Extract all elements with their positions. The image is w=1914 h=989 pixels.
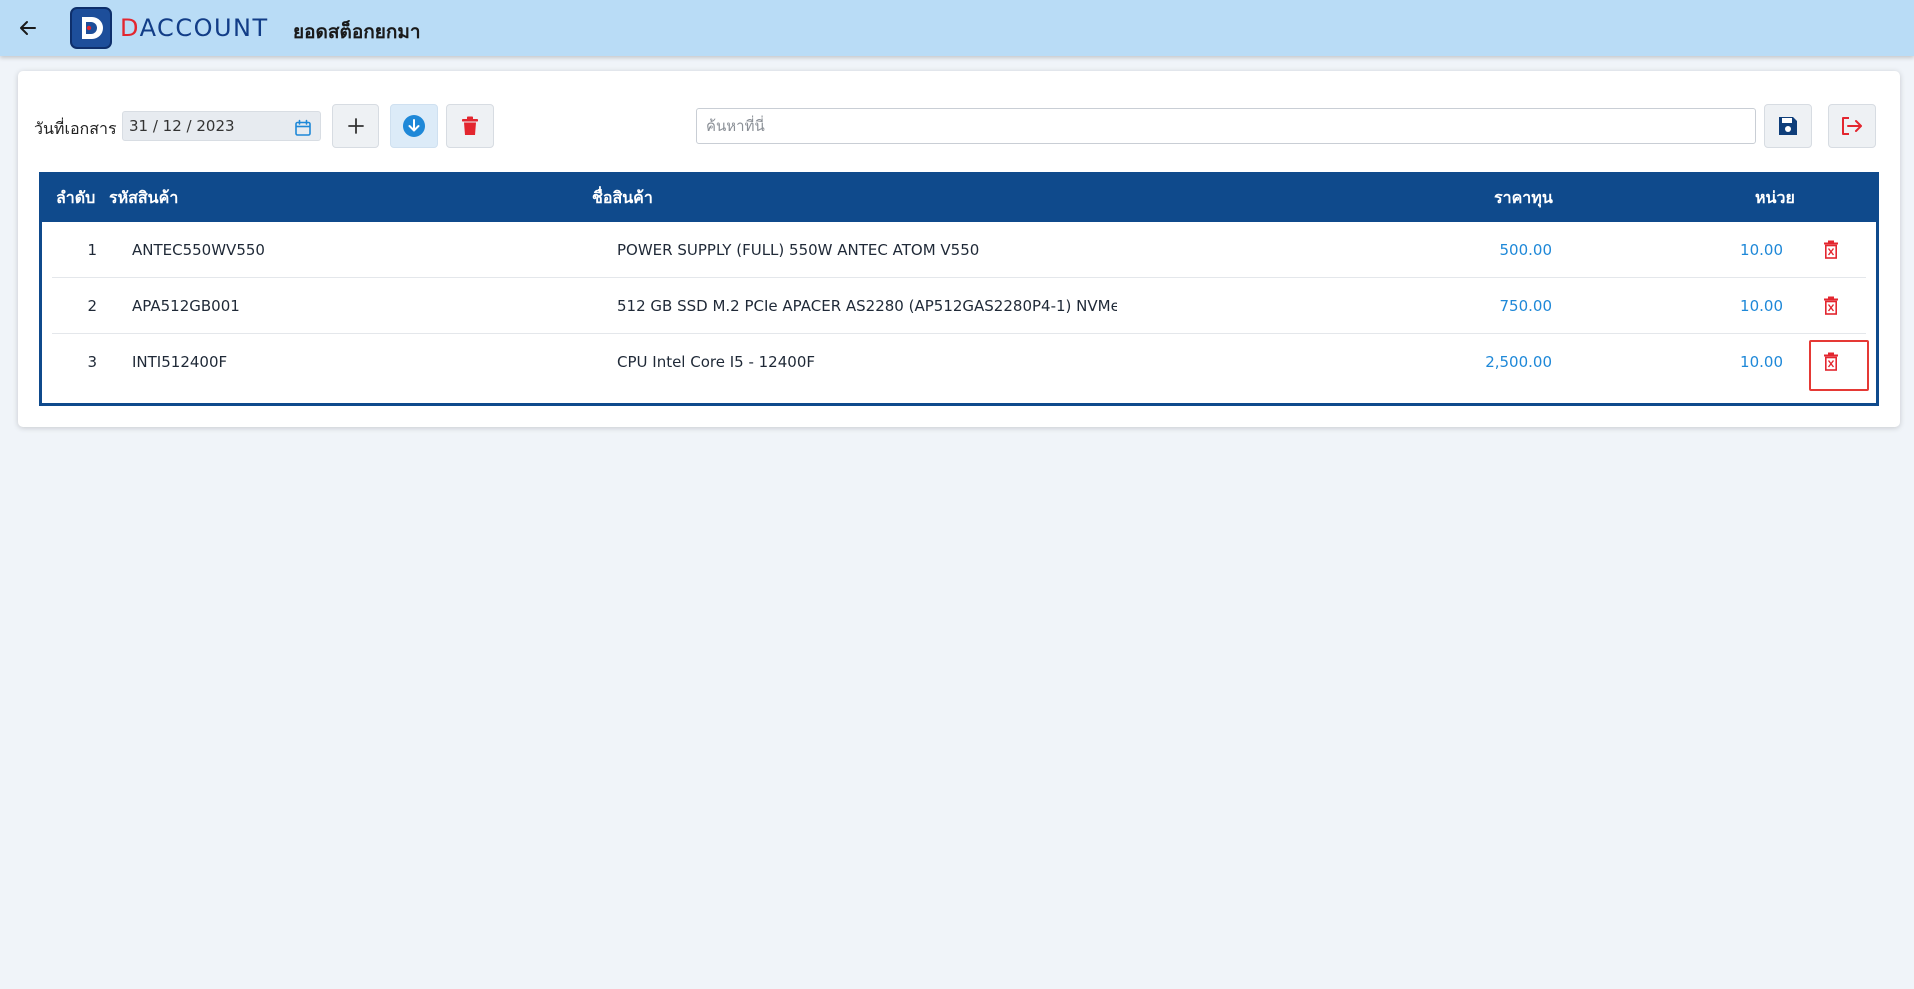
row-delete-button[interactable] — [1818, 348, 1844, 374]
logo-wordmark-prefix: D — [120, 14, 140, 42]
header-unit: หน่วย — [1755, 188, 1795, 207]
row-code[interactable]: ANTEC550WV550 — [132, 241, 265, 259]
table-header: ลำดับ รหัสสินค้า ชื่อสินค้า ราคาทุน หน่ว… — [39, 172, 1879, 220]
arrow-left-icon — [20, 21, 36, 35]
logo-wordmark: DACCOUNT — [120, 14, 269, 42]
app-logo: DACCOUNT — [70, 7, 269, 49]
row-delete-button[interactable] — [1818, 292, 1844, 318]
document-date-input[interactable]: 31 / 12 / 2023 — [122, 111, 321, 141]
plus-icon — [347, 118, 364, 134]
row-unit[interactable]: 10.00 — [1740, 241, 1783, 259]
download-circle-icon — [403, 115, 425, 137]
add-row-button[interactable] — [332, 104, 379, 148]
row-no: 2 — [87, 297, 97, 315]
back-button[interactable] — [14, 14, 42, 42]
logo-wordmark-rest: ACCOUNT — [139, 14, 269, 42]
logo-badge-icon — [70, 7, 112, 49]
row-unit[interactable]: 10.00 — [1740, 297, 1783, 315]
document-date-label: วันที่เอกสาร — [34, 119, 117, 138]
header-no: ลำดับ — [56, 188, 96, 207]
calendar-icon[interactable] — [294, 118, 312, 146]
page-title: ยอดสต็อกยกมา — [293, 21, 421, 43]
row-name[interactable]: 512 GB SSD M.2 PCIe APACER AS2280 (AP512… — [617, 297, 1117, 315]
row-cost[interactable]: 750.00 — [1500, 297, 1553, 315]
trash-x-icon — [1824, 296, 1838, 315]
row-code[interactable]: INTI512400F — [132, 353, 227, 371]
exit-button[interactable] — [1828, 104, 1876, 148]
table-row[interactable]: 1 ANTEC550WV550 POWER SUPPLY (FULL) 550W… — [52, 222, 1866, 278]
row-name[interactable]: CPU Intel Core I5 - 12400F — [617, 353, 1117, 371]
import-button[interactable] — [390, 104, 438, 148]
save-button[interactable] — [1764, 104, 1812, 148]
row-no: 1 — [87, 241, 97, 259]
header-cost: ราคาทุน — [1494, 188, 1553, 207]
row-delete-button[interactable] — [1818, 236, 1844, 262]
table-row[interactable]: 2 APA512GB001 512 GB SSD M.2 PCIe APACER… — [52, 278, 1866, 334]
trash-icon — [462, 116, 478, 135]
row-unit[interactable]: 10.00 — [1740, 353, 1783, 371]
row-cost[interactable]: 2,500.00 — [1485, 353, 1552, 371]
header-code: รหัสสินค้า — [109, 188, 179, 207]
logout-icon — [1842, 117, 1862, 135]
row-code[interactable]: APA512GB001 — [132, 297, 240, 315]
trash-x-icon — [1824, 352, 1838, 371]
floppy-disk-icon — [1779, 117, 1797, 135]
document-date-value: 31 / 12 / 2023 — [129, 117, 235, 135]
table-row[interactable]: 3 INTI512400F CPU Intel Core I5 - 12400F… — [52, 334, 1866, 390]
row-no: 3 — [87, 353, 97, 371]
search-input[interactable] — [696, 108, 1756, 144]
top-app-bar: DACCOUNT ยอดสต็อกยกมา — [0, 0, 1914, 56]
row-name[interactable]: POWER SUPPLY (FULL) 550W ANTEC ATOM V550 — [617, 241, 1117, 259]
table-body: 1 ANTEC550WV550 POWER SUPPLY (FULL) 550W… — [39, 219, 1879, 406]
row-cost[interactable]: 500.00 — [1500, 241, 1553, 259]
clear-all-button[interactable] — [446, 104, 494, 148]
trash-x-icon — [1824, 240, 1838, 259]
header-name: ชื่อสินค้า — [592, 188, 653, 207]
